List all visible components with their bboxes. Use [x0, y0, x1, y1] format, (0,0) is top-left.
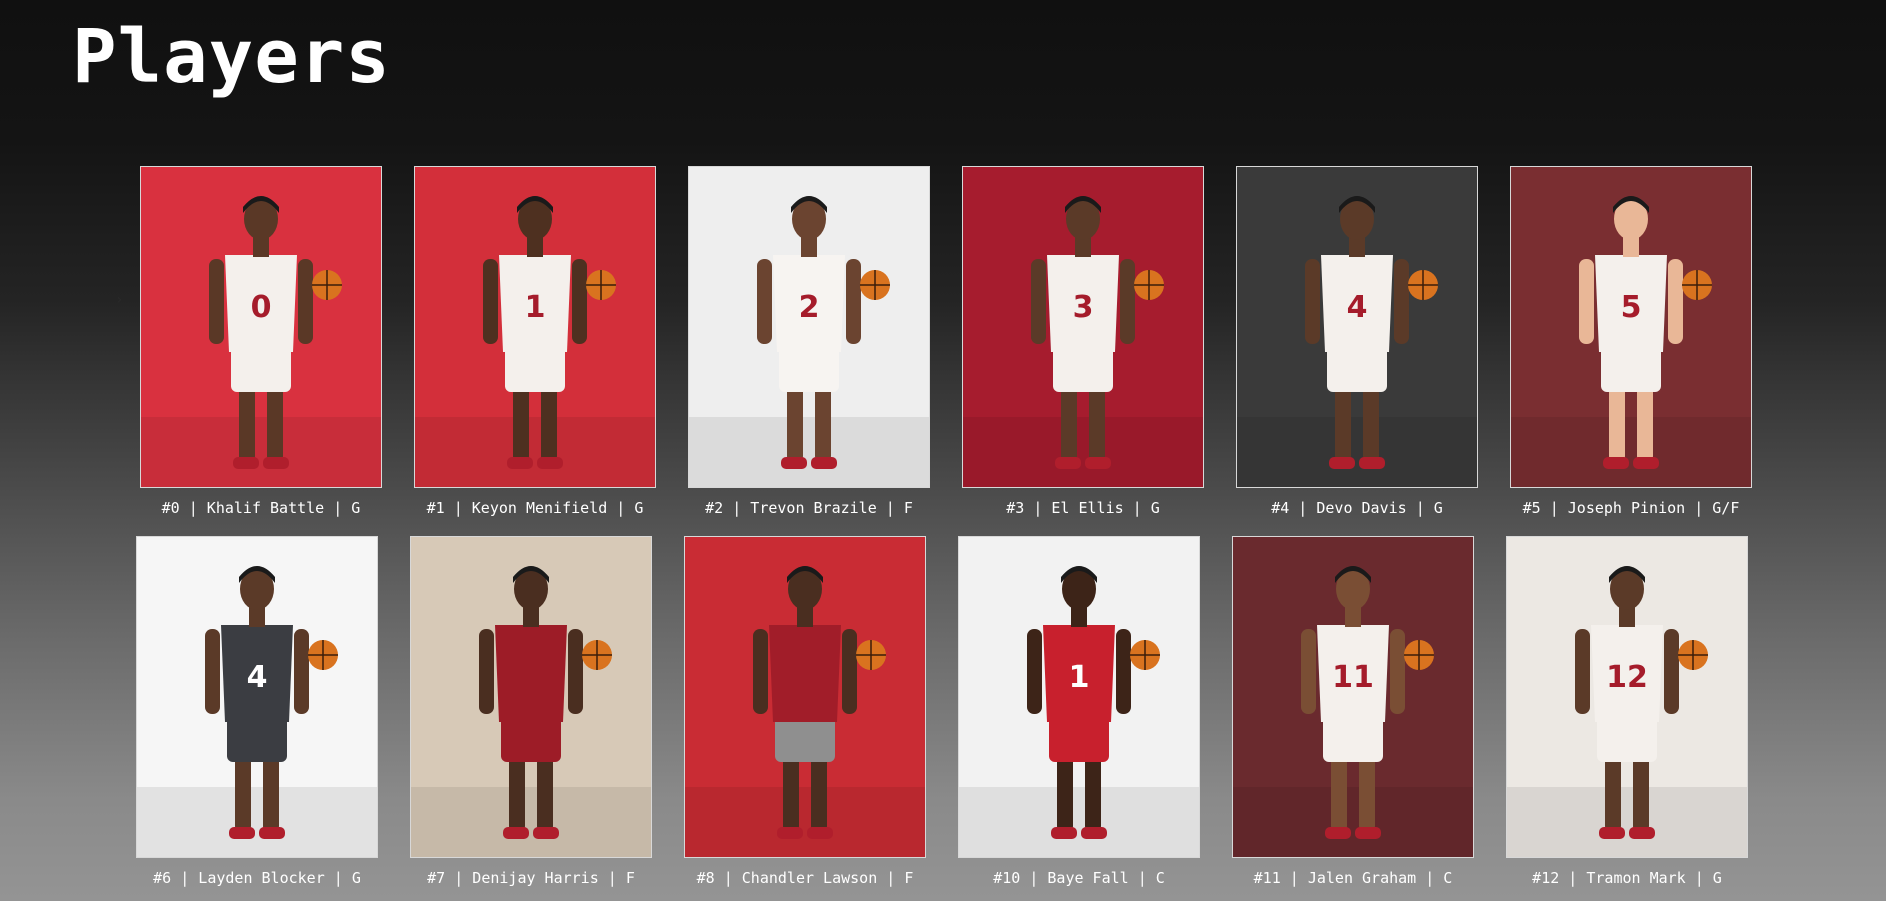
player-caption: #11 | Jalen Graham | C: [1253, 869, 1453, 887]
player-photo[interactable]: 11: [1232, 536, 1474, 858]
player-image: 4: [1237, 167, 1477, 487]
player-caption: #12 | Tramon Mark | G: [1532, 869, 1722, 887]
player-caption: #4 | Devo Davis | G: [1271, 499, 1443, 517]
player-photo[interactable]: 2: [688, 166, 930, 488]
player-photo[interactable]: 0: [140, 166, 382, 488]
svg-text:5: 5: [1621, 290, 1642, 325]
svg-text:12: 12: [1606, 660, 1648, 695]
player-caption: #3 | El Ellis | G: [1006, 499, 1160, 517]
player-photo[interactable]: [684, 536, 926, 858]
svg-text:4: 4: [247, 660, 268, 695]
player-caption: #8 | Chandler Lawson | F: [696, 869, 914, 887]
svg-text:3: 3: [1073, 290, 1094, 325]
player-caption: #0 | Khalif Battle | G: [161, 499, 361, 517]
svg-text:4: 4: [1347, 290, 1368, 325]
player-image: 4: [137, 537, 377, 857]
svg-text:11: 11: [1332, 660, 1374, 695]
player-image: 3: [963, 167, 1203, 487]
player-card[interactable]: 1 #1 | Keyon Menifield | G: [414, 166, 656, 517]
player-photo[interactable]: [410, 536, 652, 858]
player-image: 5: [1511, 167, 1751, 487]
player-card[interactable]: 0 #0 | Khalif Battle | G: [140, 166, 382, 517]
player-caption: #10 | Baye Fall | C: [993, 869, 1165, 887]
player-image: 11: [1233, 537, 1473, 857]
player-card[interactable]: 1 #10 | Baye Fall | C: [958, 536, 1200, 887]
player-photo[interactable]: 5: [1510, 166, 1752, 488]
player-image: 1: [959, 537, 1199, 857]
player-caption: #1 | Keyon Menifield | G: [426, 499, 644, 517]
player-card[interactable]: #7 | Denijay Harris | F: [410, 536, 652, 887]
svg-text:1: 1: [1069, 660, 1090, 695]
player-photo[interactable]: 4: [1236, 166, 1478, 488]
player-photo[interactable]: 3: [962, 166, 1204, 488]
player-card[interactable]: 12 #12 | Tramon Mark | G: [1506, 536, 1748, 887]
player-card[interactable]: 11 #11 | Jalen Graham | C: [1232, 536, 1474, 887]
player-card[interactable]: 5 #5 | Joseph Pinion | G/F: [1510, 166, 1752, 517]
player-image: [685, 537, 925, 857]
player-card[interactable]: 2 #2 | Trevon Brazile | F: [688, 166, 930, 517]
player-card[interactable]: 4 #6 | Layden Blocker | G: [136, 536, 378, 887]
player-photo[interactable]: 12: [1506, 536, 1748, 858]
player-caption: #7 | Denijay Harris | F: [427, 869, 635, 887]
player-card[interactable]: 4 #4 | Devo Davis | G: [1236, 166, 1478, 517]
svg-text:2: 2: [799, 290, 820, 325]
player-image: 0: [141, 167, 381, 487]
player-image: [411, 537, 651, 857]
svg-text:0: 0: [251, 290, 272, 325]
player-card[interactable]: 3 #3 | El Ellis | G: [962, 166, 1204, 517]
player-caption: #6 | Layden Blocker | G: [153, 869, 361, 887]
player-photo[interactable]: 1: [414, 166, 656, 488]
svg-text:1: 1: [525, 290, 546, 325]
player-photo[interactable]: 1: [958, 536, 1200, 858]
player-card[interactable]: #8 | Chandler Lawson | F: [684, 536, 926, 887]
player-image: 2: [689, 167, 929, 487]
player-image: 12: [1507, 537, 1747, 857]
player-photo[interactable]: 4: [136, 536, 378, 858]
player-caption: #2 | Trevon Brazile | F: [705, 499, 913, 517]
player-caption: #5 | Joseph Pinion | G/F: [1522, 499, 1740, 517]
players-grid: 0 #0 | Khalif Battle | G 1 #1 | Keyon Me…: [0, 0, 1886, 901]
player-image: 1: [415, 167, 655, 487]
